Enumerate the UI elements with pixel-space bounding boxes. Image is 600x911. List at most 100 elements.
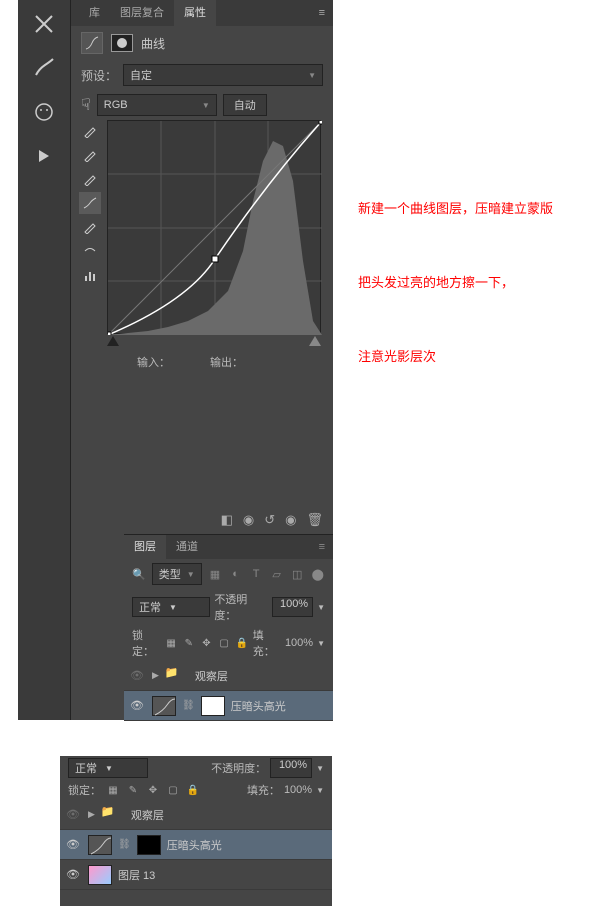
chevron-down-icon: ▼ xyxy=(308,71,316,80)
brush-tool-icon[interactable] xyxy=(24,48,64,88)
lock-paint-icon[interactable]: ✎ xyxy=(125,782,141,798)
visibility-icon[interactable]: ◉ xyxy=(285,512,296,528)
preset-value: 自定 xyxy=(130,67,152,83)
white-point-slider[interactable] xyxy=(309,336,321,346)
visibility-toggle-icon[interactable]: 👁 xyxy=(64,806,82,824)
visibility-toggle-icon[interactable]: 👁 xyxy=(64,836,82,854)
curves-adjustment-icon[interactable] xyxy=(81,32,103,54)
curve-slider-row xyxy=(107,336,321,346)
lock-position-icon[interactable]: ✥ xyxy=(200,635,214,651)
link-icon[interactable]: ⛓ xyxy=(182,700,195,711)
opacity-input[interactable]: 100% xyxy=(272,597,313,617)
curve-tool-column xyxy=(79,120,101,288)
tab-properties[interactable]: 属性 xyxy=(174,0,216,26)
photoshop-panel-bottom: 正常 ▼ 不透明度： 100% ▼ 锁定： ▦ ✎ ✥ ▢ 🔒 填充： 100%… xyxy=(60,756,332,906)
pencil-tool-icon[interactable] xyxy=(79,216,101,238)
preset-row: 预设： 自定 ▼ xyxy=(71,60,333,90)
tab-layers[interactable]: 图层 xyxy=(124,535,166,559)
black-point-slider[interactable] xyxy=(107,336,119,346)
blend-mode-select[interactable]: 正常 ▼ xyxy=(68,758,148,778)
folder-icon: 📁 xyxy=(165,666,189,686)
expand-arrow-icon[interactable]: ▶ xyxy=(152,670,159,681)
lock-paint-icon[interactable]: ✎ xyxy=(182,635,196,651)
layer-name: 观察层 xyxy=(131,807,164,823)
properties-panel: 库 图层复合 属性 ≡ 曲线 预设： 自定 ▼ ☟ RGB ▼ 自动 xyxy=(71,0,333,720)
filter-pixel-icon[interactable]: ▦ xyxy=(208,565,223,583)
visibility-toggle-icon[interactable]: 👁 xyxy=(64,866,82,884)
annotation-3: 注意光影层次 xyxy=(358,348,553,366)
search-icon[interactable]: 🔍 xyxy=(132,568,146,581)
tool-column xyxy=(18,0,71,720)
curve-editor[interactable] xyxy=(107,120,321,334)
layer-list: 👁 ▶ 📁 观察层 👁 ⛓ 压暗头高光 xyxy=(124,661,333,721)
tab-layercomp[interactable]: 图层复合 xyxy=(110,0,174,26)
lock-transparency-icon[interactable]: ▦ xyxy=(164,635,178,651)
histogram-tool-icon[interactable] xyxy=(79,264,101,286)
layer-photo-row[interactable]: 👁 图层 13 xyxy=(60,860,332,890)
lock-all-icon[interactable]: 🔒 xyxy=(185,782,201,798)
expand-arrow-icon[interactable]: ▶ xyxy=(88,809,95,820)
lock-row-2: 锁定： ▦ ✎ ✥ ▢ 🔒 填充： 100% ▼ xyxy=(60,780,332,800)
play-icon[interactable] xyxy=(24,136,64,176)
link-icon[interactable]: ⛓ xyxy=(118,839,131,850)
channel-select[interactable]: RGB ▼ xyxy=(97,94,217,116)
blend-mode-value: 正常 xyxy=(139,599,161,615)
auto-button[interactable]: 自动 xyxy=(223,94,267,116)
filter-smart-icon[interactable]: ◫ xyxy=(290,565,305,583)
layer-name: 观察层 xyxy=(195,668,228,684)
layer-group-row[interactable]: 👁 ▶ 📁 观察层 xyxy=(124,661,333,691)
blend-mode-select[interactable]: 正常 ▼ xyxy=(132,597,210,617)
lock-position-icon[interactable]: ✥ xyxy=(145,782,161,798)
annotation-1: 新建一个曲线图层，压暗建立蒙版 xyxy=(358,200,553,218)
panel-tabbar: 库 图层复合 属性 ≡ xyxy=(71,0,333,26)
mask-icon[interactable] xyxy=(111,34,133,52)
fill-label: 填充： xyxy=(253,627,281,659)
filter-type-icon[interactable]: T xyxy=(249,565,264,583)
channel-value: RGB xyxy=(104,99,128,111)
filter-kind-select[interactable]: 类型▼ xyxy=(152,563,202,585)
trash-icon[interactable]: 🗑 xyxy=(306,512,323,528)
finger-icon[interactable]: ☟ xyxy=(81,95,91,115)
tab-channels[interactable]: 通道 xyxy=(166,535,208,559)
opacity-input[interactable]: 100% xyxy=(270,758,312,778)
layer-name: 图层 13 xyxy=(118,867,155,883)
fill-input[interactable]: 100% xyxy=(285,637,313,649)
layer-name: 压暗头高光 xyxy=(231,698,286,714)
preset-select[interactable]: 自定 ▼ xyxy=(123,64,323,86)
view-previous-icon[interactable]: ◉ xyxy=(243,512,254,528)
opacity-label: 不透明度： xyxy=(211,760,266,776)
chevron-down-icon: ▼ xyxy=(202,101,210,110)
lock-all-icon[interactable]: 🔒 xyxy=(235,635,249,651)
fill-label: 填充： xyxy=(247,782,280,798)
layer-list-2: 👁 ▶ 📁 观察层 👁 ⛓ 压暗头高光 👁 图层 13 xyxy=(60,800,332,890)
eyedropper-white-icon[interactable] xyxy=(79,168,101,190)
panel-menu-icon[interactable]: ≡ xyxy=(311,541,333,553)
lock-artboard-icon[interactable]: ▢ xyxy=(217,635,231,651)
filter-adjust-icon[interactable]: ◐ xyxy=(228,565,243,583)
fill-input[interactable]: 100% xyxy=(284,784,312,796)
eyedropper-gray-icon[interactable] xyxy=(79,144,101,166)
reset-icon[interactable]: ↺ xyxy=(264,512,275,528)
lock-artboard-icon[interactable]: ▢ xyxy=(165,782,181,798)
curves-thumb-icon xyxy=(152,696,176,716)
face-tool-icon[interactable] xyxy=(24,92,64,132)
tab-library[interactable]: 库 xyxy=(79,0,110,26)
eyedropper-black-icon[interactable] xyxy=(79,120,101,142)
curve-point-tool-icon[interactable] xyxy=(79,192,101,214)
visibility-toggle-icon[interactable]: 👁 xyxy=(128,697,146,715)
blend-mode-row: 正常 ▼ 不透明度： 100% ▼ xyxy=(124,589,333,625)
photo-thumb-icon xyxy=(88,865,112,885)
lock-transparency-icon[interactable]: ▦ xyxy=(105,782,121,798)
filter-toggle-icon[interactable]: ⬤ xyxy=(310,565,325,583)
layer-group-row[interactable]: 👁 ▶ 📁 观察层 xyxy=(60,800,332,830)
layer-curves-row[interactable]: 👁 ⛓ 压暗头高光 xyxy=(124,691,333,721)
curves-header: 曲线 xyxy=(71,26,333,60)
filter-shape-icon[interactable]: ▱ xyxy=(269,565,284,583)
clip-to-layer-icon[interactable]: ◧ xyxy=(221,512,233,528)
smooth-tool-icon[interactable] xyxy=(79,240,101,262)
annotations: 新建一个曲线图层，压暗建立蒙版 把头发过亮的地方擦一下， 注意光影层次 xyxy=(358,200,553,423)
layer-curves-row[interactable]: 👁 ⛓ 压暗头高光 xyxy=(60,830,332,860)
visibility-toggle-icon[interactable]: 👁 xyxy=(128,667,146,685)
crossed-tools-icon[interactable] xyxy=(24,4,64,44)
panel-menu-icon[interactable]: ≡ xyxy=(319,7,325,19)
